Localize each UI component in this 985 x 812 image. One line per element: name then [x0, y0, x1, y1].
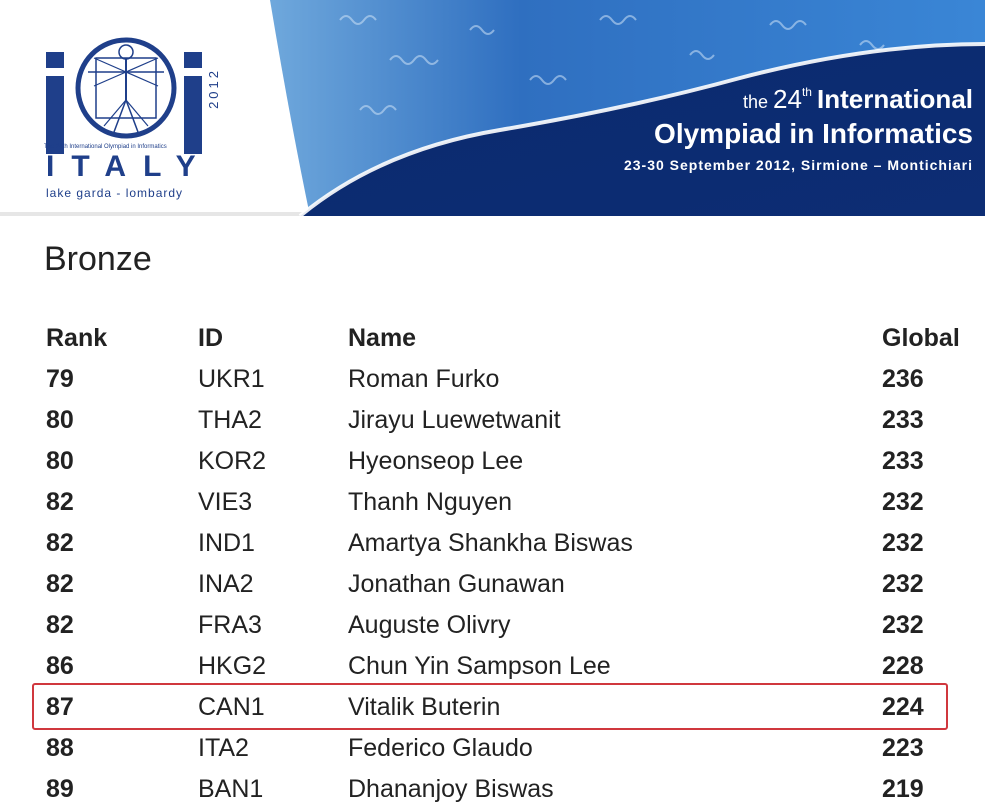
column-header-global: Global	[882, 324, 960, 352]
cell-id: UKR1	[198, 365, 265, 393]
cell-rank: 82	[46, 488, 74, 516]
banner-edition: the 24th International	[743, 84, 973, 115]
cell-global: 233	[882, 447, 924, 475]
banner-date: 23-30 September 2012, Sirmione – Montich…	[623, 157, 973, 173]
cell-name: Federico Glaudo	[348, 734, 533, 762]
cell-rank: 86	[46, 652, 74, 680]
banner-edition-prefix: the	[742, 92, 769, 112]
table-row: 86 HKG2 Chun Yin Sampson Lee 228	[44, 646, 974, 687]
results-table: Rank ID Name Global 79 UKR1 Roman Furko …	[44, 318, 974, 810]
banner-edition-suffix: th	[801, 85, 812, 99]
cell-name: Thanh Nguyen	[348, 488, 513, 516]
table-row: 89 BAN1 Dhananjoy Biswas 219	[44, 769, 974, 810]
cell-name: Auguste Olivry	[348, 611, 511, 639]
cell-name: Dhananjoy Biswas	[348, 775, 554, 803]
ioi-logo: 2012 The 24th International Olympiad in …	[40, 28, 230, 206]
logo-i-dot-left	[46, 52, 64, 68]
table-row: 82 IND1 Amartya Shankha Biswas 232	[44, 523, 974, 564]
cell-name: Chun Yin Sampson Lee	[348, 652, 611, 680]
cell-global: 232	[882, 570, 924, 598]
cell-rank: 82	[46, 529, 74, 557]
cell-id: KOR2	[198, 447, 267, 475]
cell-global: 219	[882, 775, 924, 803]
logo-i-stem-right	[184, 76, 202, 154]
cell-global: 223	[882, 734, 924, 762]
cell-global: 228	[882, 652, 924, 680]
cell-id: HKG2	[198, 652, 267, 680]
cell-id: VIE3	[198, 488, 253, 516]
table-row: 88 ITA2 Federico Glaudo 223	[44, 728, 974, 769]
logo-i-stem-left	[46, 76, 64, 154]
cell-global: 236	[882, 365, 924, 393]
cell-id: ITA2	[198, 734, 249, 762]
cell-id: INA2	[198, 570, 254, 598]
cell-global: 233	[882, 406, 924, 434]
cell-name: Amartya Shankha Biswas	[348, 529, 633, 557]
table-row: 82 INA2 Jonathan Gunawan 232	[44, 564, 974, 605]
cell-rank: 80	[46, 447, 74, 475]
cell-id: IND1	[198, 529, 255, 557]
banner-title: Olympiad in Informatics	[654, 118, 973, 149]
cell-rank: 82	[46, 570, 74, 598]
cell-name: Jonathan Gunawan	[348, 570, 565, 598]
row-highlight-box	[32, 683, 948, 730]
table-header: Rank ID Name Global	[44, 318, 974, 359]
banner-edition-rest: International	[816, 84, 973, 114]
table-row: 79 UKR1 Roman Furko 236	[44, 359, 974, 400]
cell-name: Jirayu Luewetwanit	[348, 406, 561, 434]
column-header-name: Name	[348, 324, 417, 352]
cell-global: 232	[882, 611, 924, 639]
column-header-id: ID	[198, 324, 223, 352]
cell-rank: 88	[46, 734, 74, 762]
table-row: 82 VIE3 Thanh Nguyen 232	[44, 482, 974, 523]
cell-name: Hyeonseop Lee	[348, 447, 524, 475]
cell-id: FRA3	[198, 611, 262, 639]
banner-edition-number: 24	[773, 84, 802, 114]
section-heading: Bronze	[44, 240, 152, 278]
table-row: 80 KOR2 Hyeonseop Lee 233	[44, 441, 974, 482]
cell-rank: 80	[46, 406, 74, 434]
vitruvian-man-icon	[75, 37, 177, 139]
cell-rank: 89	[46, 775, 74, 803]
logo-i-dot-right	[184, 52, 202, 68]
logo-subtitle: lake garda - lombardy	[46, 186, 184, 200]
cell-global: 232	[882, 488, 924, 516]
logo-country: ITALY	[46, 150, 213, 183]
ioi-banner: 2012 The 24th International Olympiad in …	[0, 0, 985, 216]
table-row: 82 FRA3 Auguste Olivry 232	[44, 605, 974, 646]
cell-rank: 79	[46, 365, 74, 393]
column-header-rank: Rank	[46, 324, 108, 352]
cell-id: BAN1	[198, 775, 264, 803]
cell-global: 232	[882, 529, 924, 557]
logo-year: 2012	[206, 68, 221, 109]
cell-id: THA2	[198, 406, 262, 434]
table-row: 80 THA2 Jirayu Luewetwanit 233	[44, 400, 974, 441]
cell-rank: 82	[46, 611, 74, 639]
cell-name: Roman Furko	[348, 365, 500, 393]
